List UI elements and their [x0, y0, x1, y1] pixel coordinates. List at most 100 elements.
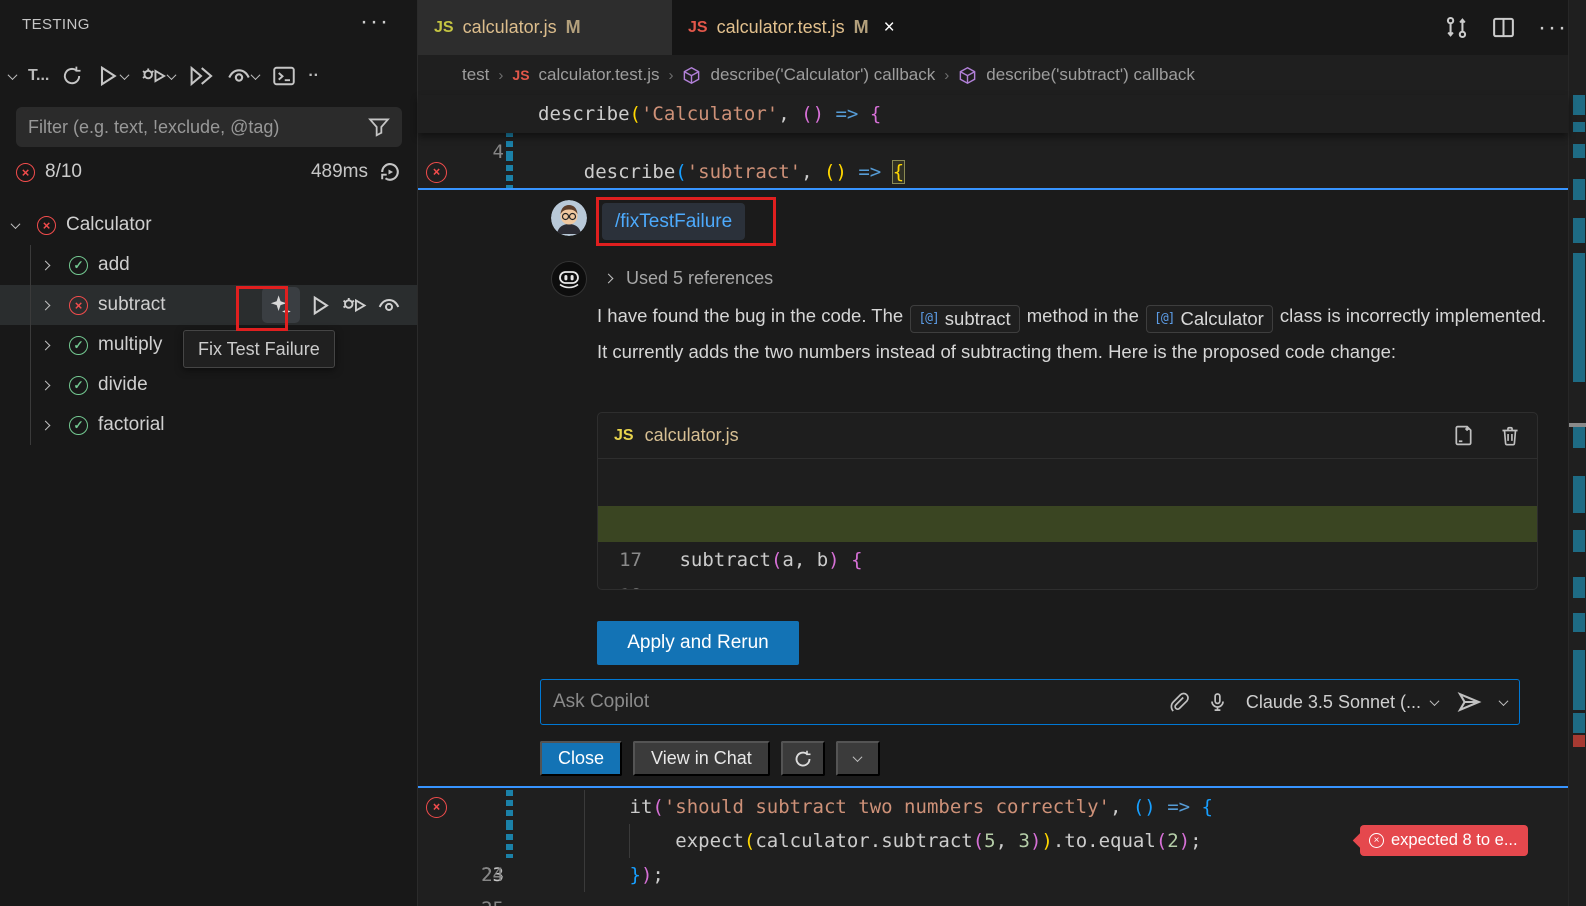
trash-icon[interactable] — [1499, 424, 1521, 448]
tree-item-label: divide — [98, 374, 148, 396]
tree-item-divide[interactable]: ✓ divide — [0, 365, 417, 405]
open-changes-icon[interactable] — [1444, 15, 1469, 40]
chat-input-box: Claude 3.5 Sonnet (... — [540, 679, 1520, 725]
run-test-button[interactable] — [309, 294, 332, 317]
close-button[interactable]: Close — [540, 741, 622, 776]
model-picker[interactable]: Claude 3.5 Sonnet (... — [1246, 692, 1438, 713]
breadcrumb-separator: › — [944, 67, 949, 84]
failed-ratio: 8/10 — [45, 161, 82, 183]
chevron-down-icon — [1430, 696, 1440, 706]
code-line-22[interactable]: × 22 describe('subtract', () => { — [418, 155, 1568, 190]
toolbar-overflow-icon[interactable]: ·· — [308, 67, 319, 85]
references-expander[interactable]: Used 5 references — [605, 268, 773, 289]
tab-label: calculator.test.js — [717, 17, 845, 38]
sticky-code-line-4[interactable]: 4 describe('Calculator', () => { — [418, 95, 1568, 133]
apply-and-rerun-button[interactable]: Apply and Rerun — [597, 621, 799, 665]
chevron-right-icon[interactable] — [41, 380, 51, 390]
tab-calculator-js[interactable]: JS calculator.js M — [418, 0, 672, 55]
tree-item-factorial[interactable]: ✓ factorial — [0, 405, 417, 445]
tab-calculator-test-js[interactable]: JS calculator.test.js M × — [672, 0, 980, 55]
symbol-chip-subtract[interactable]: [@]subtract — [910, 305, 1019, 333]
view-in-chat-button[interactable]: View in Chat — [633, 741, 770, 776]
more-options-dropdown-button[interactable] — [836, 741, 880, 776]
debug-test-button[interactable] — [341, 294, 368, 317]
editor-group: JS calculator.js M JS calculator.test.js… — [418, 0, 1586, 906]
chevron-right-icon[interactable] — [41, 260, 51, 270]
regenerate-button[interactable] — [781, 741, 825, 776]
sidebar-title: TESTING — [22, 16, 90, 33]
breadcrumb-item[interactable]: describe('subtract') callback — [986, 65, 1195, 85]
code-text: }); — [538, 858, 664, 892]
error-annotation-text: expected 8 to e... — [1391, 825, 1518, 856]
chat-input[interactable] — [553, 691, 1168, 713]
rerun-last-icon[interactable] — [378, 160, 402, 184]
breadcrumb-item[interactable]: describe('Calculator') callback — [710, 65, 935, 85]
js-file-icon: JS — [614, 427, 634, 445]
code-text: describe('Calculator', () => { — [538, 95, 881, 133]
chat-widget-bottom-border — [418, 786, 1568, 788]
test-duration: 489ms — [311, 161, 368, 183]
code-line-25[interactable]: 25 }); — [418, 858, 1568, 892]
editor-more-actions-icon[interactable]: ··· — [1538, 14, 1568, 42]
chevron-right-icon[interactable] — [41, 300, 51, 310]
test-fail-gutter-icon[interactable]: × — [426, 797, 447, 818]
watch-test-eye-icon[interactable] — [377, 294, 401, 317]
sidebar-more-actions-icon[interactable]: ··· — [360, 8, 390, 36]
debug-tests-button[interactable] — [138, 61, 178, 91]
tree-item-calculator[interactable]: × Calculator — [0, 205, 417, 245]
section-label[interactable]: T... — [28, 67, 49, 85]
test-filter-input[interactable] — [28, 117, 368, 138]
continuous-run-eye-icon[interactable] — [224, 61, 262, 91]
symbol-chip-calculator[interactable]: [@]Calculator — [1146, 305, 1273, 333]
tree-item-add[interactable]: ✓ add — [0, 245, 417, 285]
close-tab-icon[interactable]: × — [884, 17, 895, 39]
microphone-icon[interactable] — [1207, 691, 1228, 714]
send-options-chevron-icon[interactable] — [1499, 696, 1509, 706]
attach-paperclip-icon[interactable] — [1168, 691, 1189, 714]
coverage-run-icon[interactable] — [185, 61, 217, 91]
copilot-message: I have found the bug in the code. The [@… — [597, 298, 1549, 370]
breadcrumb-item[interactable]: test — [462, 65, 489, 85]
code-line-24[interactable]: 24 expect(calculator.subtract(5, 3)).to.… — [418, 824, 1568, 858]
references-label: Used 5 references — [626, 268, 773, 289]
breadcrumb: test › JS calculator.test.js › describe(… — [418, 55, 1586, 95]
symbol-cube-icon — [682, 66, 701, 85]
code-card-header: JS calculator.js — [598, 413, 1537, 459]
testing-sidebar: TESTING ··· T... — [0, 0, 417, 906]
tree-item-subtract[interactable]: × subtract — [0, 285, 417, 325]
modified-line-gutter — [506, 790, 513, 824]
modified-badge: M — [566, 17, 581, 38]
send-icon[interactable] — [1456, 689, 1482, 715]
chat-widget-top-border — [418, 188, 1568, 190]
slash-command-pill[interactable]: /fixTestFailure — [602, 203, 745, 240]
apply-in-editor-icon[interactable] — [1452, 423, 1475, 448]
tree-indent-guide — [30, 245, 31, 445]
modified-badge: M — [854, 17, 869, 38]
test-error-annotation[interactable]: × expected 8 to e... — [1360, 825, 1528, 856]
failed-tests-icon: × — [16, 163, 35, 182]
chevron-down-icon[interactable] — [11, 219, 21, 229]
run-tests-button[interactable] — [93, 61, 131, 91]
breadcrumb-item[interactable]: calculator.test.js — [539, 65, 660, 85]
code-card-filename[interactable]: calculator.js — [645, 425, 739, 446]
modified-line-gutter — [506, 824, 513, 858]
section-collapse-icon[interactable] — [6, 70, 19, 83]
breadcrumb-separator: › — [498, 67, 503, 84]
overview-ruler[interactable] — [1568, 0, 1586, 906]
vscode-window: TESTING ··· T... — [0, 0, 1586, 906]
refresh-tests-icon[interactable] — [58, 62, 86, 90]
line-number: 18 — [598, 578, 642, 590]
split-editor-icon[interactable] — [1491, 15, 1516, 40]
chevron-right-icon[interactable] — [41, 420, 51, 430]
code-line-21[interactable]: 21 — [418, 133, 1568, 155]
terminal-icon[interactable] — [269, 61, 299, 91]
code-line-23[interactable]: × 23 it('should subtract two numbers cor… — [418, 790, 1568, 824]
chevron-right-icon[interactable] — [41, 340, 51, 350]
diff-line-18: 18 } — [598, 542, 1537, 578]
tree-item-label: multiply — [98, 334, 162, 356]
fix-test-failure-sparkle-button[interactable] — [262, 287, 300, 323]
chat-widget-buttons: Close View in Chat — [540, 741, 880, 776]
pass-icon: ✓ — [69, 336, 88, 355]
diff-line-17-added: 17 + return a +- b; — [598, 506, 1537, 542]
filter-funnel-icon[interactable] — [368, 116, 390, 138]
